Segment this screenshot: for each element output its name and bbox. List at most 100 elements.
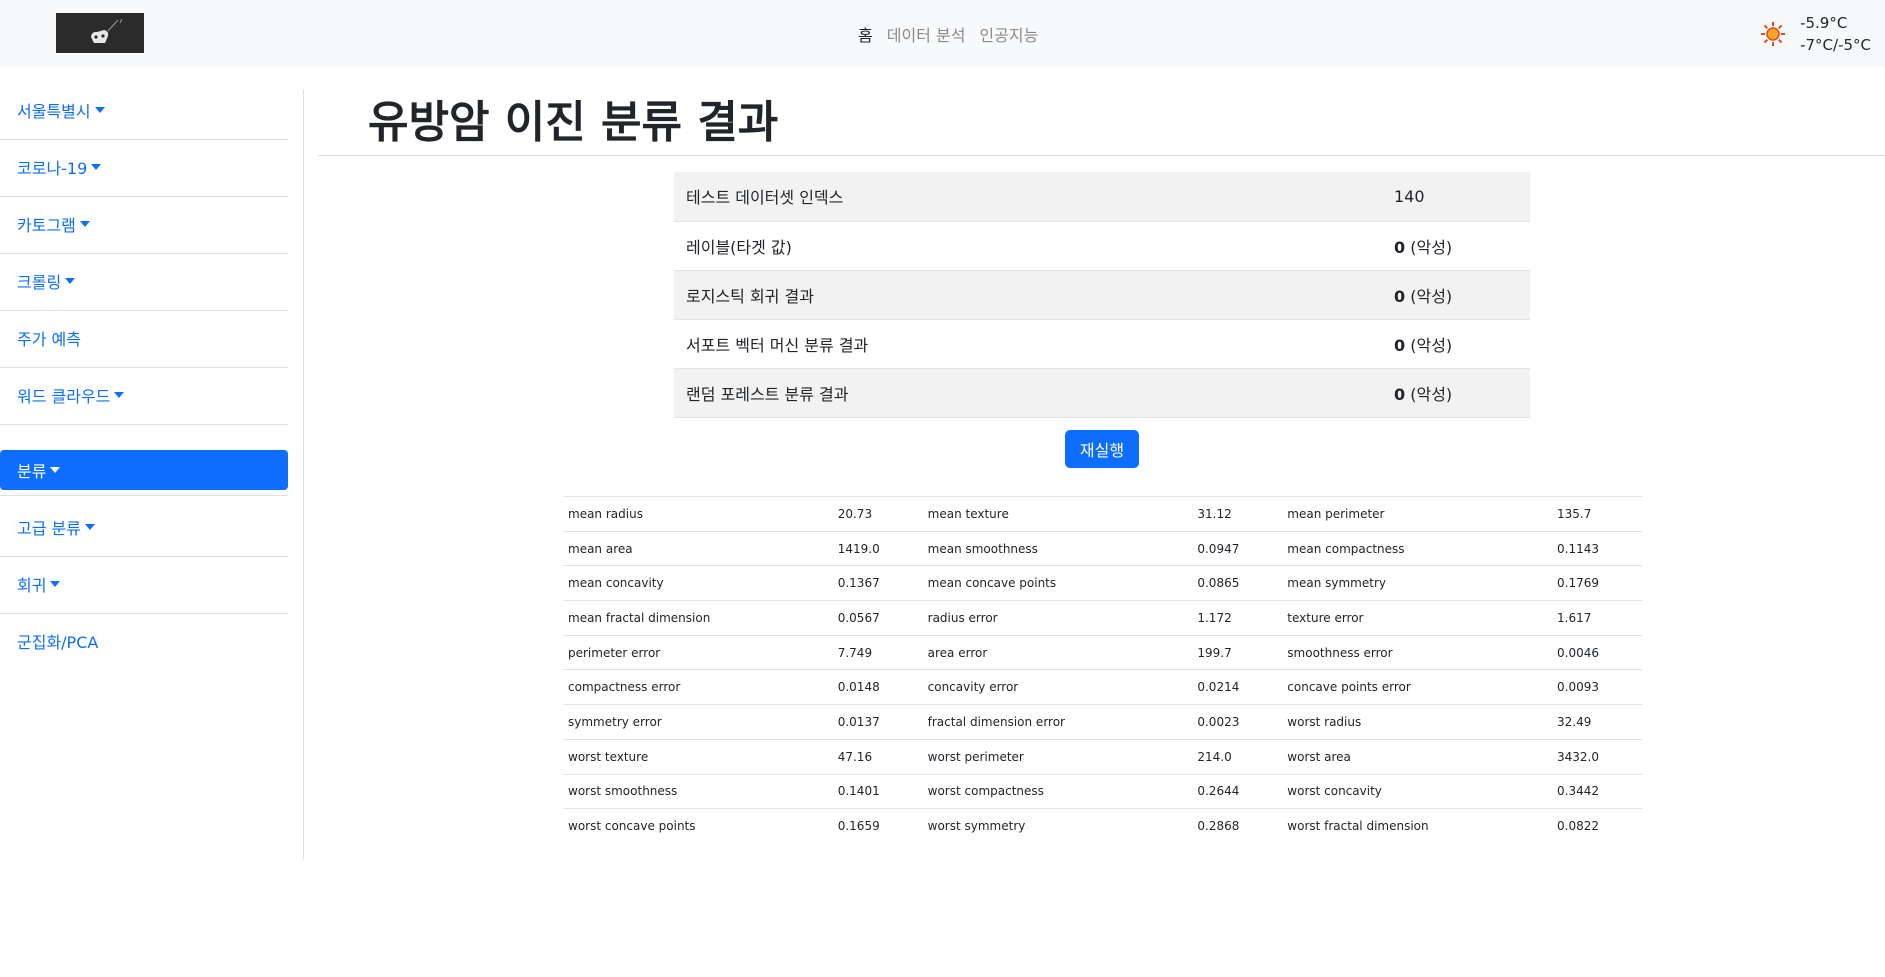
feature-table: mean radius 20.73 mean texture 31.12 mean pe…: [563, 496, 1642, 843]
result-table: 테스트 데이터셋 인덱스 140 레이블(타겟 값) 0 (악성) 로지스틱 회…: [674, 172, 1530, 418]
table-row: mean concavity 0.1367 mean concave points 0…: [563, 565, 1642, 601]
feature-name: worst symmetry: [927, 819, 1026, 834]
feature-name: worst fractal dimension: [1287, 819, 1429, 834]
sun-icon: [1761, 22, 1786, 46]
result-number: 0: [1394, 237, 1406, 257]
divider: [0, 196, 288, 197]
sidebar-item-stock-prediction[interactable]: 주가 예측: [0, 318, 288, 358]
feature-name: mean concave points: [927, 576, 1057, 591]
feature-value: 0.0046: [1557, 645, 1599, 660]
feature-name: area error: [927, 645, 988, 660]
sidebar-item-clustering-pca[interactable]: 군집화/PCA: [0, 621, 288, 661]
feature-value: 7.749: [837, 645, 873, 660]
result-label: 테스트 데이터셋 인덱스: [686, 188, 844, 208]
feature-value: 0.0137: [837, 714, 880, 729]
result-note: (악성): [1405, 286, 1453, 306]
feature-value: 0.3442: [1557, 784, 1599, 799]
feature-name: worst area: [1287, 749, 1351, 764]
feature-name: worst perimeter: [927, 749, 1024, 764]
divider: [0, 424, 288, 425]
sidebar-item-crawling[interactable]: 크롤링: [0, 261, 288, 301]
feature-value: 0.1367: [837, 576, 880, 591]
logo-image: [56, 13, 144, 53]
feature-name: concavity error: [927, 680, 1019, 695]
table-row: 레이블(타겟 값) 0 (악성): [674, 221, 1530, 270]
feature-name: mean smoothness: [927, 541, 1038, 556]
page-title: 유방암 이진 분류 결과: [368, 97, 779, 148]
caret-down-icon: [94, 107, 105, 113]
sidebar-item-word-cloud[interactable]: 워드 클라우드: [0, 375, 288, 415]
sidebar: 서울특별시 코로나-19 카토그램 크롤링 주가 예측 워드 클라우드 분류 고…: [0, 90, 304, 860]
caret-down-icon: [91, 164, 102, 170]
caret-down-icon: [65, 278, 76, 284]
result-label: 랜덤 포레스트 분류 결과: [686, 384, 849, 404]
result-number: 140: [1394, 186, 1425, 206]
sidebar-item-label: 서울특별시: [17, 102, 91, 121]
sidebar-item-regression[interactable]: 회귀: [0, 564, 288, 604]
feature-value: 31.12: [1197, 506, 1232, 521]
result-label: 로지스틱 회귀 결과: [686, 286, 814, 306]
rerun-button[interactable]: 재실행: [1065, 430, 1139, 468]
min-max-temp: -7°C/-5°C: [1800, 36, 1871, 54]
feature-name: worst radius: [1287, 714, 1362, 729]
sidebar-item-seoul[interactable]: 서울특별시: [0, 90, 288, 130]
result-label: 서포트 벡터 머신 분류 결과: [686, 335, 869, 355]
divider: [0, 139, 288, 140]
feature-name: mean concavity: [568, 576, 664, 591]
sidebar-item-label: 카토그램: [17, 216, 76, 235]
result-value: 0 (악성): [1284, 221, 1530, 270]
feature-name: fractal dimension error: [927, 714, 1065, 729]
table-row: 로지스틱 회귀 결과 0 (악성): [674, 270, 1530, 319]
caret-down-icon: [50, 467, 61, 473]
nav-ai[interactable]: 인공지능: [979, 22, 1038, 46]
sidebar-item-label: 고급 분류: [17, 519, 81, 538]
weather-widget: -5.9°C -7°C/-5°C: [1760, 12, 1871, 56]
feature-value: 0.0947: [1197, 541, 1240, 556]
site-logo[interactable]: [56, 13, 144, 53]
table-row: worst concave points 0.1659 worst symmetry…: [563, 808, 1642, 844]
feature-name: compactness error: [568, 680, 681, 695]
table-row: 테스트 데이터셋 인덱스 140: [674, 172, 1530, 221]
sidebar-item-classification[interactable]: 분류: [0, 450, 288, 490]
table-row: mean radius 20.73 mean texture 31.12 mean pe…: [563, 496, 1642, 532]
result-number: 0: [1394, 335, 1406, 355]
current-temp: -5.9°C: [1800, 14, 1848, 32]
divider: [0, 367, 288, 368]
feature-value: 20.73: [837, 506, 873, 521]
result-note: (악성): [1405, 384, 1453, 404]
feature-name: worst texture: [568, 749, 649, 764]
feature-value: 47.16: [837, 749, 873, 764]
sidebar-item-covid[interactable]: 코로나-19: [0, 147, 288, 187]
feature-value: 1.172: [1197, 610, 1232, 625]
feature-name: worst smoothness: [568, 784, 678, 799]
nav-data-analysis[interactable]: 데이터 분석: [887, 22, 966, 46]
table-row: 랜덤 포레스트 분류 결과 0 (악성): [674, 368, 1530, 417]
result-note: (악성): [1405, 335, 1453, 355]
sidebar-item-advanced-classification[interactable]: 고급 분류: [0, 507, 288, 547]
feature-value: 1.617: [1557, 610, 1592, 625]
feature-value: 199.7: [1197, 645, 1232, 660]
feature-value: 0.0822: [1557, 819, 1599, 834]
feature-value: 0.0214: [1197, 680, 1240, 695]
feature-name: mean fractal dimension: [568, 610, 711, 625]
feature-value: 0.0023: [1197, 714, 1240, 729]
feature-name: texture error: [1287, 610, 1364, 625]
feature-name: radius error: [927, 610, 998, 625]
sidebar-item-label: 코로나-19: [17, 159, 88, 178]
nav-home[interactable]: 홈: [858, 22, 873, 46]
caret-down-icon: [79, 221, 90, 227]
result-number: 0: [1394, 384, 1406, 404]
divider: [0, 495, 288, 496]
feature-name: worst compactness: [927, 784, 1044, 799]
sidebar-item-cartogram[interactable]: 카토그램: [0, 204, 288, 244]
feature-name: smoothness error: [1287, 645, 1393, 660]
feature-value: 0.0865: [1197, 576, 1240, 591]
feature-value: 0.0093: [1557, 680, 1599, 695]
feature-name: mean compactness: [1287, 541, 1405, 556]
feature-value: 3432.0: [1557, 749, 1599, 764]
feature-value: 0.1143: [1557, 541, 1599, 556]
divider: [0, 556, 288, 557]
feature-value: 0.1659: [837, 819, 880, 834]
sidebar-item-label: 회귀: [17, 576, 47, 595]
divider: [0, 310, 288, 311]
